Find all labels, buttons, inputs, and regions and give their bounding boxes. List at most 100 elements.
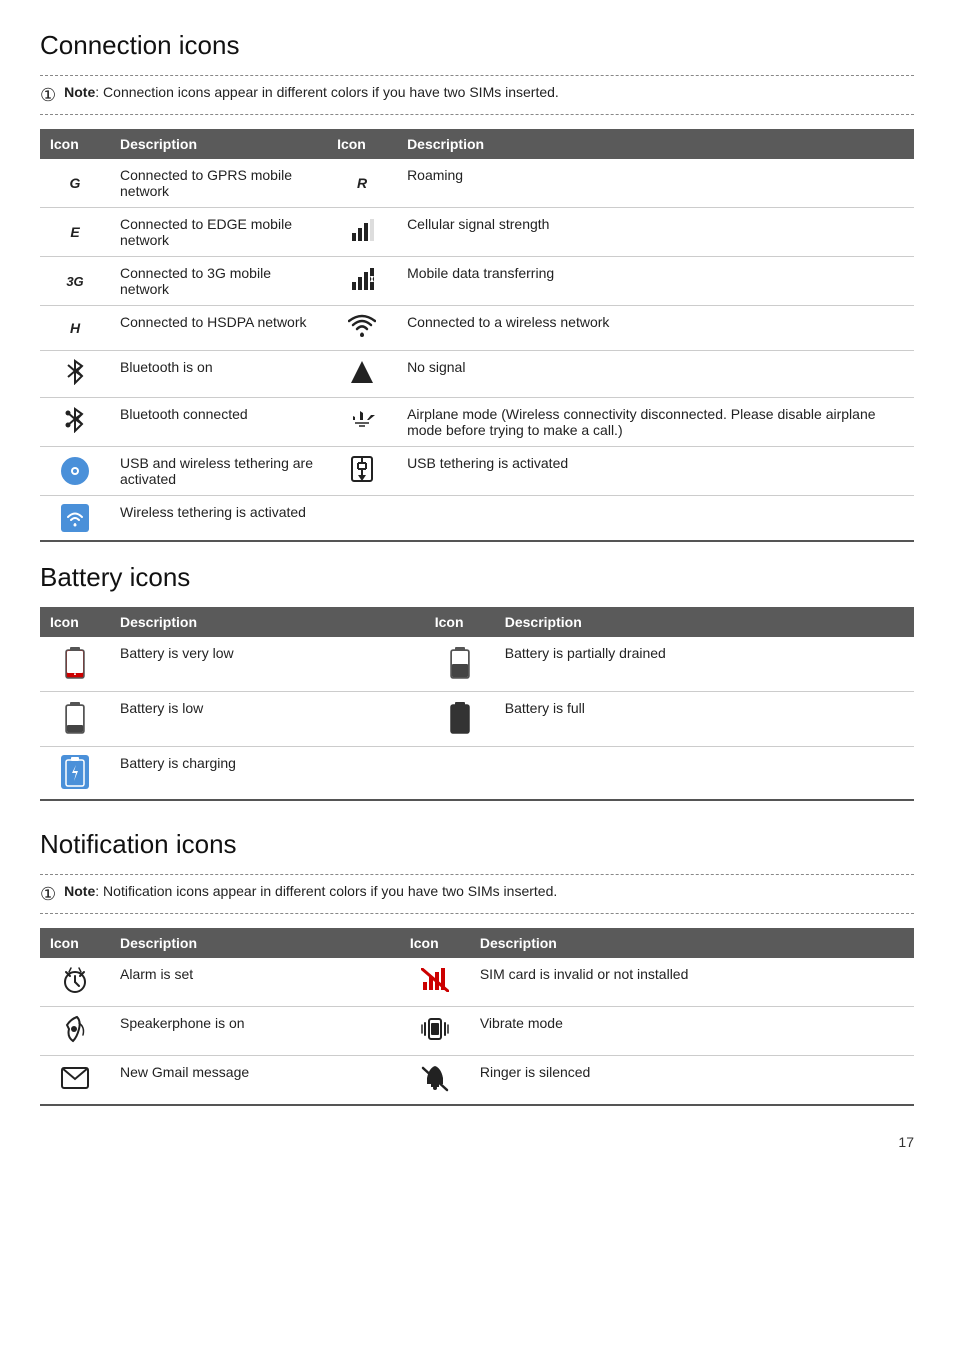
conn-row-4: H Connected to HSDPA network Connected t… (40, 306, 914, 351)
usb-tether-icon (348, 455, 376, 483)
conn-icon-G: G (40, 159, 110, 208)
wireless-tether-icon (65, 508, 85, 528)
signal-bars-icon (350, 219, 374, 241)
conn-row-7: USB and wireless tethering are activated… (40, 447, 914, 496)
battery-icons-title: Battery icons (40, 562, 914, 593)
bluetooth-on-icon (64, 359, 86, 385)
battery-partial-icon (450, 645, 470, 679)
conn-icon-usb-tether (327, 447, 397, 496)
batt-icon-partial (425, 637, 495, 692)
connection-note-box: ① Note: Connection icons appear in diffe… (40, 75, 914, 115)
conn-icon-no-signal (327, 351, 397, 398)
notif-icon-vibrate (400, 1007, 470, 1056)
conn-row-6: Bluetooth connected Airplane mode (Wirel… (40, 398, 914, 447)
speakerphone-icon (61, 1015, 89, 1043)
batt-row-2: Battery is low Battery is full (40, 692, 914, 747)
batt-icon-verylow: ! (40, 637, 110, 692)
conn-desc-usb-wireless: USB and wireless tethering are activated (110, 447, 327, 496)
sim-invalid-icon (421, 968, 449, 992)
wifi-icon (348, 314, 376, 338)
notif-desc-speakerphone: Speakerphone is on (110, 1007, 400, 1056)
notif-row-1: Alarm is set SIM card is invalid or not … (40, 958, 914, 1007)
notif-col-icon1: Icon (40, 928, 110, 958)
conn-desc-empty (397, 496, 914, 542)
batt-col-icon2: Icon (425, 607, 495, 637)
conn-desc-H: Connected to HSDPA network (110, 306, 327, 351)
conn-desc-G: Connected to GPRS mobile network (110, 159, 327, 208)
conn-desc-R: Roaming (397, 159, 914, 208)
battery-icons-table: Icon Description Icon Description ! (40, 607, 914, 801)
conn-row-5: Bluetooth is on No signal (40, 351, 914, 398)
conn-icon-3G: 3G (40, 257, 110, 306)
batt-desc-verylow: Battery is very low (110, 637, 425, 692)
batt-icon-low (40, 692, 110, 747)
conn-desc-3G: Connected to 3G mobile network (110, 257, 327, 306)
vibrate-icon (421, 1015, 449, 1043)
batt-icon-charging (40, 747, 110, 801)
conn-desc-bluetooth-on: Bluetooth is on (110, 351, 327, 398)
conn-col-desc1: Description (110, 129, 327, 159)
conn-col-icon1: Icon (40, 129, 110, 159)
conn-row-1: G Connected to GPRS mobile network R Roa… (40, 159, 914, 208)
batt-desc-charging: Battery is charging (110, 747, 425, 801)
conn-icon-airplane (327, 398, 397, 447)
notif-icon-alarm (40, 958, 110, 1007)
conn-col-desc2: Description (397, 129, 914, 159)
connection-note-text: Note: Connection icons appear in differe… (64, 84, 559, 100)
notif-desc-ringer-silenced: Ringer is silenced (470, 1056, 914, 1106)
notif-row-2: Speakerphone is on Vibrate mode (40, 1007, 914, 1056)
signal-data-icon (350, 268, 374, 290)
conn-desc-usb-tether: USB tethering is activated (397, 447, 914, 496)
conn-icon-signal-data (327, 257, 397, 306)
conn-desc-signal-data: Mobile data transferring (397, 257, 914, 306)
battery-charging-icon (65, 757, 85, 787)
connection-icons-title: Connection icons (40, 30, 914, 61)
battery-full-icon (450, 700, 470, 734)
conn-desc-wifi: Connected to a wireless network (397, 306, 914, 351)
notif-icon-ringer-silenced (400, 1056, 470, 1106)
conn-icon-H: H (40, 306, 110, 351)
notif-col-desc1: Description (110, 928, 400, 958)
notif-desc-alarm: Alarm is set (110, 958, 400, 1007)
svg-text:!: ! (73, 664, 77, 678)
airplane-mode-icon (349, 409, 375, 431)
conn-row-8: Wireless tethering is activated (40, 496, 914, 542)
batt-desc-full: Battery is full (495, 692, 914, 747)
conn-row-2: E Connected to EDGE mobile network Cellu… (40, 208, 914, 257)
conn-desc-airplane: Airplane mode (Wireless connectivity dis… (397, 398, 914, 447)
batt-icon-empty2 (425, 747, 495, 801)
conn-desc-E: Connected to EDGE mobile network (110, 208, 327, 257)
conn-col-icon2: Icon (327, 129, 397, 159)
notification-note-box: ① Note: Notification icons appear in dif… (40, 874, 914, 914)
notif-desc-gmail: New Gmail message (110, 1056, 400, 1106)
batt-col-desc1: Description (110, 607, 425, 637)
notif-icon-sim-invalid (400, 958, 470, 1007)
batt-desc-empty2 (495, 747, 914, 801)
conn-icon-empty (327, 496, 397, 542)
ringer-silenced-icon (421, 1064, 449, 1092)
conn-desc-signal: Cellular signal strength (397, 208, 914, 257)
conn-icon-wireless-tether (40, 496, 110, 542)
notification-icons-title: Notification icons (40, 829, 914, 860)
notif-icon-speakerphone (40, 1007, 110, 1056)
notif-col-icon2: Icon (400, 928, 470, 958)
conn-icon-bluetooth-on (40, 351, 110, 398)
conn-desc-no-signal: No signal (397, 351, 914, 398)
conn-icon-E: E (40, 208, 110, 257)
battery-verylow-icon: ! (65, 645, 85, 679)
conn-desc-bluetooth-conn: Bluetooth connected (110, 398, 327, 447)
notif-row-3: New Gmail message Ringer is silenced (40, 1056, 914, 1106)
notif-desc-sim-invalid: SIM card is invalid or not installed (470, 958, 914, 1007)
conn-icon-wifi (327, 306, 397, 351)
gmail-icon (61, 1067, 89, 1089)
usb-wireless-icon (66, 462, 84, 480)
conn-row-3: 3G Connected to 3G mobile network Mobile… (40, 257, 914, 306)
batt-icon-full (425, 692, 495, 747)
batt-desc-low: Battery is low (110, 692, 425, 747)
notification-note-text: Note: Notification icons appear in diffe… (64, 883, 557, 899)
alarm-icon (61, 966, 89, 994)
conn-icon-R: R (327, 159, 397, 208)
note-icon-notification: ① (40, 884, 56, 905)
conn-icon-usb-wireless (40, 447, 110, 496)
connection-icons-table: Icon Description Icon Description G Conn… (40, 129, 914, 542)
